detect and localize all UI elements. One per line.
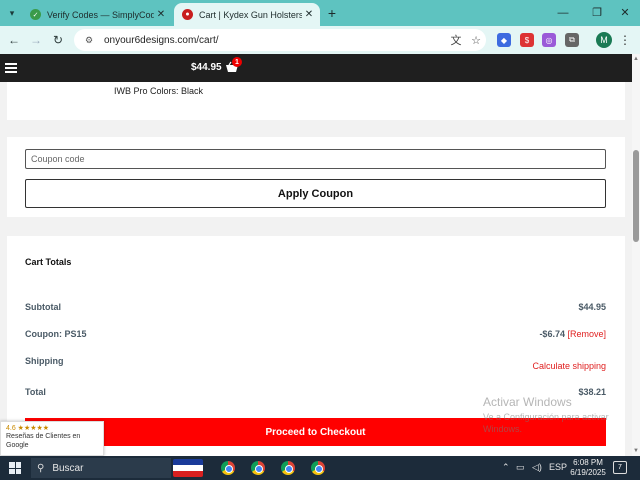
- network-icon[interactable]: ▭: [516, 462, 525, 473]
- minimize-icon[interactable]: —: [548, 4, 578, 22]
- cart-item-card: IWB Pro Colors: Black: [7, 82, 625, 120]
- header-cart-total[interactable]: $44.95: [191, 62, 222, 73]
- scroll-up-icon[interactable]: ▲: [632, 56, 640, 62]
- calculate-shipping-link[interactable]: Calculate shipping: [532, 361, 606, 371]
- forward-icon[interactable]: →: [28, 32, 44, 48]
- search-label: Buscar: [52, 462, 84, 474]
- taskbar-chrome-profile-icon[interactable]: [247, 459, 269, 477]
- tab-simplycodes[interactable]: ✓ Verify Codes — SimplyCodes ✕: [22, 3, 172, 26]
- simplycodes-icon: ✓: [30, 9, 41, 20]
- clock-time: 6:08 PM: [573, 458, 603, 467]
- extension-shield-icon[interactable]: ◆: [497, 33, 511, 47]
- new-tab-icon[interactable]: +: [324, 5, 340, 21]
- watermark-subtitle: Ve a Configuración para activar Windows.: [483, 412, 609, 434]
- tray-chevron-icon[interactable]: ⌃: [502, 462, 510, 473]
- windows-start-icon[interactable]: [9, 462, 21, 474]
- browser-menu-icon[interactable]: ⋮: [618, 32, 632, 48]
- remove-coupon-link[interactable]: [Remove]: [567, 329, 606, 339]
- volume-icon[interactable]: ◁): [532, 462, 542, 473]
- close-window-icon[interactable]: ✕: [610, 4, 640, 22]
- tab-title: Verify Codes — SimplyCodes: [47, 9, 154, 20]
- profile-avatar[interactable]: M: [596, 32, 612, 48]
- language-indicator[interactable]: ESP: [549, 462, 567, 472]
- activate-windows-watermark: Activar Windows Ve a Configuración para …: [483, 395, 623, 435]
- browser-tab-bar: ▾ ✓ Verify Codes — SimplyCodes ✕ ● Cart …: [0, 0, 640, 26]
- windows-taskbar: ⚲ Buscar ⌃ ▭ ◁) ESP 6:08 PM 6/19/2025 7: [0, 456, 640, 480]
- extensions-puzzle-icon[interactable]: ⧉: [565, 33, 579, 47]
- extension-purple-icon[interactable]: ◎: [542, 33, 556, 47]
- close-tab-icon[interactable]: ✕: [302, 9, 316, 20]
- site-info-icon[interactable]: ⚙: [82, 33, 96, 47]
- tab-cart[interactable]: ● Cart | Kydex Gun Holsters | On Y ✕: [174, 3, 320, 26]
- search-icon: ⚲: [37, 462, 45, 474]
- back-icon[interactable]: ←: [6, 32, 22, 48]
- reload-icon[interactable]: ↻: [50, 32, 66, 48]
- clock-date: 6/19/2025: [570, 468, 606, 477]
- site-favicon: ●: [182, 9, 193, 20]
- translate-icon[interactable]: 文: [446, 32, 466, 48]
- taskbar-search[interactable]: ⚲ Buscar: [31, 458, 171, 478]
- site-header: $44.95 1: [0, 54, 632, 82]
- coupon-discount-value: -$6.74: [539, 329, 565, 339]
- taskbar-clock[interactable]: 6:08 PM 6/19/2025: [569, 458, 607, 478]
- google-reviews-badge[interactable]: 4.6 ★★★★★ Reseñas de Clientes en Google: [0, 421, 104, 456]
- item-variation: IWB Pro Colors: Black: [114, 86, 204, 96]
- coupon-code-input[interactable]: [25, 149, 606, 169]
- taskbar-chrome-icon[interactable]: [307, 459, 329, 477]
- menu-hamburger-icon[interactable]: [5, 63, 17, 73]
- scrollbar-thumb[interactable]: [633, 150, 639, 242]
- tab-title: Cart | Kydex Gun Holsters | On Y: [199, 9, 302, 20]
- watermark-title: Activar Windows: [483, 395, 572, 409]
- reviews-rating: 4.6 ★★★★★: [6, 425, 50, 432]
- extension-coupon-icon[interactable]: $: [520, 33, 534, 47]
- page-scrollbar[interactable]: ▲ ▼: [632, 54, 640, 456]
- notification-icon[interactable]: 7: [613, 461, 627, 474]
- taskbar-chrome-profile-icon[interactable]: [277, 459, 299, 477]
- close-tab-icon[interactable]: ✕: [154, 9, 168, 20]
- subtotal-value: $44.95: [578, 302, 606, 312]
- cart-count-badge: 1: [232, 57, 242, 67]
- coupon-row: -$6.74 [Remove]: [539, 329, 606, 339]
- bookmark-star-icon[interactable]: ☆: [466, 34, 486, 47]
- tab-search-chevron-icon[interactable]: ▾: [2, 4, 22, 22]
- total-label: Total: [25, 387, 46, 397]
- restore-icon[interactable]: ❐: [582, 4, 612, 22]
- coupon-label: Coupon: PS15: [25, 329, 87, 339]
- subtotal-label: Subtotal: [25, 302, 61, 312]
- coupon-card: Apply Coupon: [7, 137, 625, 217]
- url-text: onyour6designs.com/cart/: [104, 34, 219, 46]
- taskbar-app-flag-icon[interactable]: [172, 459, 204, 477]
- scroll-down-icon[interactable]: ▼: [632, 448, 640, 454]
- reviews-text: Reseñas de Clientes en Google: [6, 433, 81, 449]
- apply-coupon-button[interactable]: Apply Coupon: [25, 179, 606, 208]
- address-bar[interactable]: ⚙ onyour6designs.com/cart/ 文 ☆: [74, 29, 486, 51]
- cart-totals-title: Cart Totals: [25, 257, 72, 267]
- shipping-label: Shipping: [25, 356, 64, 366]
- taskbar-chrome-icon[interactable]: [217, 459, 239, 477]
